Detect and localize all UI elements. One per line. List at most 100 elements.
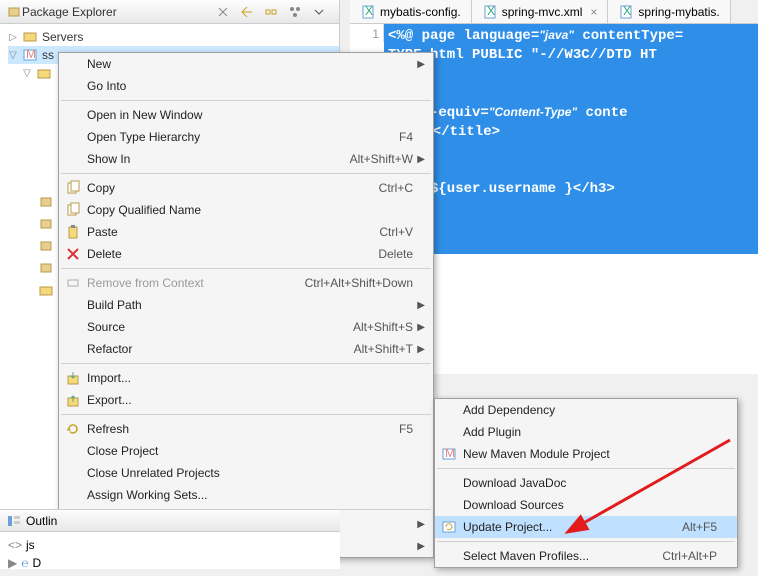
menu-accelerator: F5 (399, 422, 413, 436)
svg-text:M: M (26, 47, 36, 61)
submenu-arrow-icon: ▶ (413, 300, 425, 311)
menu-accelerator: Alt+Shift+W (350, 152, 413, 166)
context-icon (65, 275, 81, 291)
menu-item[interactable]: Import... (59, 367, 433, 389)
package-icon (38, 238, 54, 254)
menu-label: Copy Qualified Name (87, 203, 413, 217)
menu-label: Show In (87, 152, 350, 166)
menu-separator (61, 414, 431, 415)
outline-title: Outlin (26, 514, 57, 528)
submenu-item[interactable]: Add Dependency (435, 399, 737, 421)
package-icon (38, 194, 54, 210)
collapse-icon[interactable] (239, 4, 255, 20)
menu-label: Update Project... (463, 520, 682, 534)
view-menu-icon[interactable] (311, 4, 327, 20)
menu-item[interactable]: Close Unrelated Projects (59, 462, 433, 484)
submenu-item[interactable]: Download JavaDoc (435, 472, 737, 494)
menu-label: Source (87, 320, 353, 334)
export-icon (65, 392, 81, 408)
paste-icon (65, 224, 81, 240)
folder-icon (38, 282, 54, 298)
menu-separator (61, 363, 431, 364)
menu-label: Add Dependency (463, 403, 717, 417)
menu-item[interactable]: Export... (59, 389, 433, 411)
menu-accelerator: Alt+Shift+S (353, 320, 413, 334)
outline-label: D (32, 556, 41, 570)
menu-label: Refactor (87, 342, 354, 356)
context-menu: New▶Go IntoOpen in New WindowOpen Type H… (58, 52, 434, 558)
tab-label: spring-mybatis. (638, 5, 719, 19)
package-icon (6, 4, 22, 20)
menu-item[interactable]: RefactorAlt+Shift+T▶ (59, 338, 433, 360)
refresh-icon (65, 421, 81, 437)
folder-icon (36, 65, 52, 81)
submenu-item[interactable]: MNew Maven Module Project (435, 443, 737, 465)
import-icon (65, 370, 81, 386)
menu-item[interactable]: PasteCtrl+V (59, 221, 433, 243)
submenu-arrow-icon: ▶ (413, 154, 425, 165)
menu-label: Build Path (87, 298, 413, 312)
menu-label: Go Into (87, 79, 413, 93)
xml-file-icon: X (360, 4, 376, 20)
menu-label: Download JavaDoc (463, 476, 717, 490)
outline-header: Outlin (0, 510, 340, 532)
menu-label: New (87, 57, 413, 71)
outline-item[interactable]: ▶℮D (8, 554, 332, 572)
expand-icon[interactable]: ▷ (8, 32, 18, 43)
line-number: 1 (372, 27, 379, 41)
link-editor-icon[interactable] (263, 4, 279, 20)
menu-accelerator: Alt+F5 (682, 520, 717, 534)
collapse-icon[interactable]: ▽ (8, 50, 18, 61)
menu-accelerator: Delete (378, 247, 413, 261)
line-gutter: 1 (350, 24, 384, 42)
menu-label: Assign Working Sets... (87, 488, 413, 502)
menu-item[interactable]: Go Into (59, 75, 433, 97)
package-icon (38, 216, 54, 232)
menu-item[interactable]: Copy Qualified Name (59, 199, 433, 221)
menu-item[interactable]: Remove from ContextCtrl+Alt+Shift+Down (59, 272, 433, 294)
outline-item[interactable]: <>js (8, 536, 332, 554)
menu-item[interactable]: Open in New Window (59, 104, 433, 126)
delete-icon (65, 246, 81, 262)
copy-icon (65, 202, 81, 218)
menu-item[interactable]: SourceAlt+Shift+S▶ (59, 316, 433, 338)
editor-tab[interactable]: Xspring-mvc.xml× (472, 0, 609, 23)
close-tab-icon[interactable] (215, 4, 231, 20)
explorer-title: Package Explorer (22, 5, 117, 19)
menu-item[interactable]: Close Project (59, 440, 433, 462)
code-content[interactable]: <%@ page language="java" contentType= TY… (384, 24, 758, 254)
menu-separator (437, 541, 735, 542)
submenu-item[interactable]: Select Maven Profiles...Ctrl+Alt+P (435, 545, 737, 567)
filter-icon[interactable] (287, 4, 303, 20)
xml-file-icon: X (482, 4, 498, 20)
submenu-item[interactable]: Download Sources (435, 494, 737, 516)
menu-item[interactable]: Open Type HierarchyF4 (59, 126, 433, 148)
menu-accelerator: Ctrl+Alt+Shift+Down (305, 276, 413, 290)
editor-tab[interactable]: Xspring-mybatis. (608, 0, 730, 23)
submenu-item[interactable]: Add Plugin (435, 421, 737, 443)
submenu-arrow-icon: ▶ (413, 541, 425, 552)
svg-text:X: X (487, 4, 495, 18)
submenu-item[interactable]: Update Project...Alt+F5 (435, 516, 737, 538)
menu-item[interactable]: DeleteDelete (59, 243, 433, 265)
outline-panel: Outlin <>js ▶℮D (0, 509, 340, 569)
menu-label: Close Project (87, 444, 413, 458)
editor-tab[interactable]: Xmybatis-config. (350, 0, 472, 23)
menu-item[interactable]: Assign Working Sets... (59, 484, 433, 506)
svg-text:X: X (623, 4, 631, 18)
menu-item[interactable]: New▶ (59, 53, 433, 75)
menu-separator (437, 468, 735, 469)
close-icon[interactable]: × (590, 5, 597, 19)
menu-label: Delete (87, 247, 378, 261)
tree-item-servers[interactable]: ▷ Servers (8, 28, 339, 46)
menu-accelerator: F4 (399, 130, 413, 144)
menu-label: Close Unrelated Projects (87, 466, 413, 480)
menu-item[interactable]: CopyCtrl+C (59, 177, 433, 199)
explorer-header: Package Explorer (0, 0, 339, 24)
svg-text:X: X (365, 4, 373, 18)
menu-item[interactable]: Build Path▶ (59, 294, 433, 316)
update-icon (441, 519, 457, 535)
menu-item[interactable]: RefreshF5 (59, 418, 433, 440)
menu-item[interactable]: Show InAlt+Shift+W▶ (59, 148, 433, 170)
menu-label: New Maven Module Project (463, 447, 717, 461)
